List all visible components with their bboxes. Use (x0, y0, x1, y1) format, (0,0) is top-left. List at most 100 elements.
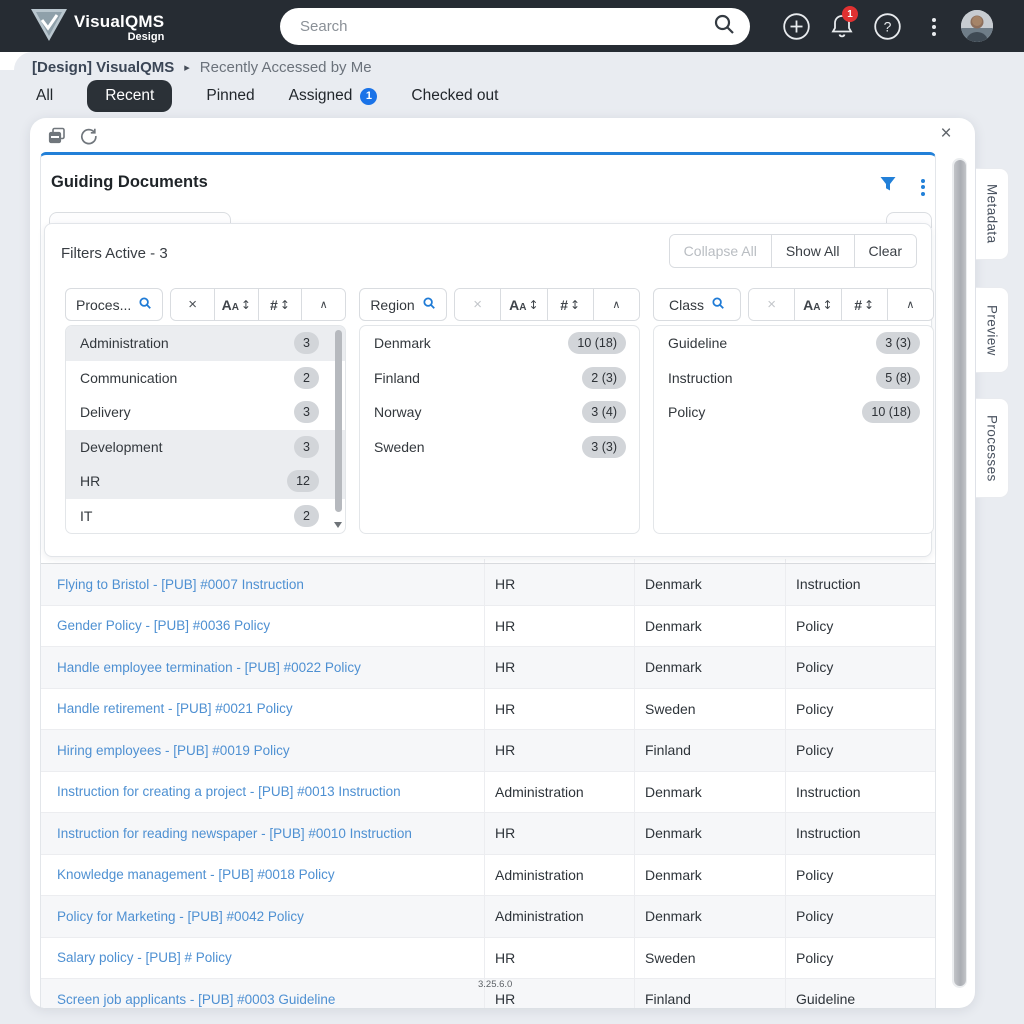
document-link[interactable]: Gender Policy - [PUB] #0036 Policy (57, 618, 270, 633)
document-name-cell: Instruction for reading newspaper - [PUB… (41, 813, 484, 854)
filter-name-label: Proces... (76, 297, 131, 313)
tab-label: Assigned (289, 87, 353, 105)
filter-item[interactable]: Instruction 5 (8) (654, 361, 933, 396)
tab-assigned[interactable]: Assigned 1 (289, 81, 378, 111)
tab-pinned[interactable]: Pinned (206, 81, 254, 111)
app-logo[interactable]: VisualQMS Design (30, 8, 164, 47)
clear-button[interactable]: Clear (855, 235, 916, 267)
breadcrumb-arrow-icon: ▸ (184, 61, 190, 74)
filter-item[interactable]: Norway 3 (4) (360, 395, 639, 430)
scroll-down-arrow-icon[interactable] (334, 522, 342, 528)
filter-name-button[interactable]: Proces... (65, 288, 163, 321)
count-sort-button[interactable]: #↕ (259, 289, 303, 320)
collapse-all-button[interactable]: Collapse All (670, 235, 772, 267)
notifications-button[interactable]: 1 (828, 12, 856, 40)
document-name-cell: Policy for Marketing - [PUB] #0042 Polic… (41, 896, 484, 937)
side-tab-label: Processes (985, 415, 1000, 482)
filter-name-button[interactable]: Region (359, 288, 447, 321)
filter-name-button[interactable]: Class (653, 288, 741, 321)
tab-all[interactable]: All (36, 81, 53, 111)
class-cell: Instruction (785, 813, 935, 854)
side-tab-processes[interactable]: Processes (976, 398, 1009, 498)
avatar[interactable] (961, 10, 993, 42)
clear-filter-button[interactable]: × (455, 289, 501, 320)
updown-arrow-icon: ↕ (280, 298, 290, 312)
process-cell: HR (484, 606, 634, 647)
alpha-sort-icon: Aa (803, 297, 820, 313)
document-link[interactable]: Flying to Bristol - [PUB] #0007 Instruct… (57, 577, 304, 592)
side-tab-preview[interactable]: Preview (976, 287, 1009, 373)
table-row: Instruction for creating a project - [PU… (41, 772, 935, 814)
document-link[interactable]: Instruction for reading newspaper - [PUB… (57, 826, 412, 841)
clear-filter-button[interactable]: × (171, 289, 215, 320)
filter-group-region: Region × Aa↕ #↕ ∧ Denmark 10 (18) Finlan… (359, 288, 640, 534)
scrollbar-thumb[interactable] (954, 160, 966, 986)
document-link[interactable]: Handle employee termination - [PUB] #002… (57, 660, 361, 675)
filter-item[interactable]: IT 2 (66, 499, 345, 534)
filter-item[interactable]: Finland 2 (3) (360, 361, 639, 396)
refresh-icon[interactable] (80, 127, 98, 145)
table-row: Hiring employees - [PUB] #0019 Policy HR… (41, 730, 935, 772)
count-sort-button[interactable]: #↕ (548, 289, 594, 320)
region-cell: Denmark (634, 647, 785, 688)
card-menu-icon[interactable] (921, 176, 925, 198)
main-panel: × Guiding Documents Filters Active - 3 C… (30, 118, 975, 1008)
filter-item[interactable]: Communication 2 (66, 361, 345, 396)
filter-item[interactable]: Guideline 3 (3) (654, 326, 933, 361)
search-bar[interactable] (280, 8, 750, 45)
document-link[interactable]: Screen job applicants - [PUB] #0003 Guid… (57, 992, 335, 1007)
process-cell: Administration (484, 772, 634, 813)
breadcrumb-root[interactable]: [Design] VisualQMS (32, 59, 174, 76)
detach-window-icon[interactable] (48, 127, 66, 145)
vertical-scrollbar[interactable] (952, 158, 967, 988)
document-link[interactable]: Salary policy - [PUB] # Policy (57, 950, 232, 965)
table-row: Knowledge management - [PUB] #0018 Polic… (41, 855, 935, 897)
collapse-group-button[interactable]: ∧ (594, 289, 639, 320)
help-button[interactable]: ? (873, 12, 901, 40)
filter-item-count: 3 (294, 401, 319, 423)
add-button[interactable] (782, 12, 810, 40)
filter-item[interactable]: Development 3 (66, 430, 345, 465)
close-icon[interactable]: × (937, 125, 955, 143)
filter-item[interactable]: Delivery 3 (66, 395, 345, 430)
list-scrollbar[interactable] (335, 330, 342, 512)
class-cell: Policy (785, 896, 935, 937)
collapse-group-button[interactable]: ∧ (888, 289, 933, 320)
filter-item-count: 3 (3) (876, 332, 920, 354)
alpha-sort-button[interactable]: Aa↕ (501, 289, 547, 320)
filter-item-label: Finland (374, 370, 420, 386)
search-input[interactable] (300, 18, 712, 35)
filter-item-count: 2 (294, 505, 319, 527)
filter-item[interactable]: Policy 10 (18) (654, 395, 933, 430)
alpha-sort-icon: Aa (509, 297, 526, 313)
tab-checked-out[interactable]: Checked out (411, 81, 498, 111)
filter-item-label: Development (80, 439, 163, 455)
filter-item[interactable]: Sweden 3 (3) (360, 430, 639, 465)
tab-recent[interactable]: Recent (87, 80, 172, 112)
filter-item[interactable]: Denmark 10 (18) (360, 326, 639, 361)
filter-item[interactable]: Administration 3 (66, 326, 345, 361)
search-icon[interactable] (712, 12, 736, 41)
alpha-sort-button[interactable]: Aa↕ (795, 289, 841, 320)
top-header: VisualQMS Design 1 ? (0, 0, 1024, 52)
alpha-sort-button[interactable]: Aa↕ (215, 289, 259, 320)
document-link[interactable]: Instruction for creating a project - [PU… (57, 784, 401, 799)
clear-filter-button[interactable]: × (749, 289, 795, 320)
count-sort-button[interactable]: #↕ (842, 289, 888, 320)
filter-item-count: 10 (18) (568, 332, 626, 354)
search-icon (711, 296, 725, 313)
document-link[interactable]: Handle retirement - [PUB] #0021 Policy (57, 701, 293, 716)
overflow-menu-button[interactable] (920, 13, 948, 41)
table-row: Policy for Marketing - [PUB] #0042 Polic… (41, 896, 935, 938)
document-link[interactable]: Hiring employees - [PUB] #0019 Policy (57, 743, 290, 758)
side-tab-metadata[interactable]: Metadata (976, 168, 1009, 260)
document-link[interactable]: Knowledge management - [PUB] #0018 Polic… (57, 867, 335, 882)
filter-sort-group: × Aa↕ #↕ ∧ (748, 288, 934, 321)
show-all-button[interactable]: Show All (772, 235, 855, 267)
filter-item[interactable]: HR 12 (66, 464, 345, 499)
class-cell: Instruction (785, 564, 935, 605)
document-link[interactable]: Policy for Marketing - [PUB] #0042 Polic… (57, 909, 304, 924)
collapse-group-button[interactable]: ∧ (302, 289, 345, 320)
tab-label: Checked out (411, 87, 498, 105)
filter-funnel-icon[interactable] (879, 175, 899, 195)
